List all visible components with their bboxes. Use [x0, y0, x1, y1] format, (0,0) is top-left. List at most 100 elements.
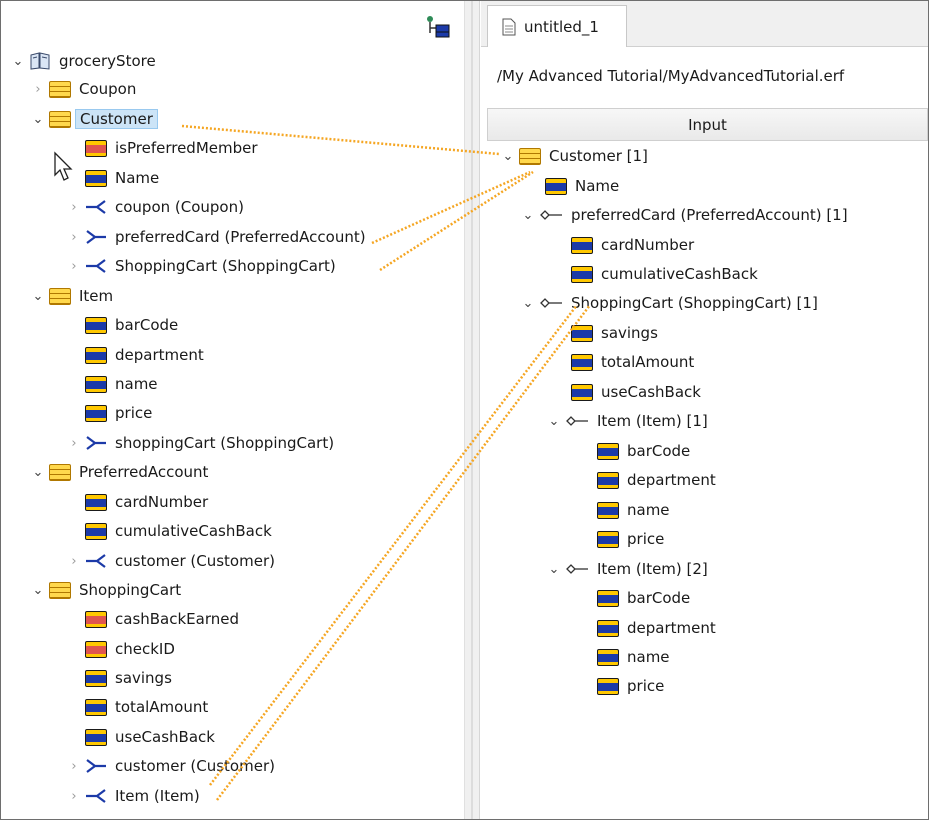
input-tree-item[interactable]: department: [577, 466, 716, 494]
input-tree-item[interactable]: ⌄ preferredCard (PreferredAccount) [1]: [519, 201, 848, 229]
tree-label: useCashBack: [601, 383, 701, 401]
model-tree-item[interactable]: › shoppingCart (ShoppingCart): [65, 429, 334, 457]
document-icon: [502, 18, 516, 35]
model-tree-item[interactable]: › preferredCard (PreferredAccount): [65, 223, 365, 251]
chevron-down-icon[interactable]: ⌄: [545, 562, 563, 577]
chevron-down-icon[interactable]: ⌄: [29, 289, 47, 304]
attribute-icon: [85, 669, 107, 687]
tree-label: price: [627, 530, 665, 548]
model-tree-item[interactable]: department: [65, 341, 204, 369]
link-with-editor-icon[interactable]: [423, 15, 451, 39]
input-tree-item[interactable]: ⌄ Item (Item) [1]: [545, 407, 708, 435]
tree-label: cumulativeCashBack: [601, 265, 758, 283]
tree-label: Name: [575, 177, 620, 195]
model-tree-item[interactable]: name: [65, 370, 158, 398]
role-icon: [540, 298, 562, 308]
chevron-right-icon[interactable]: ›: [65, 759, 83, 774]
model-tree-item[interactable]: useCashBack: [65, 723, 215, 751]
chevron-down-icon[interactable]: ⌄: [519, 296, 537, 311]
role-icon: [566, 416, 588, 426]
model-tree-item[interactable]: › coupon (Coupon): [65, 193, 244, 221]
input-tree-item[interactable]: cumulativeCashBack: [551, 260, 758, 288]
model-tree-item[interactable]: › Coupon: [29, 75, 136, 103]
attribute-icon: [85, 493, 107, 511]
chevron-right-icon[interactable]: ›: [65, 200, 83, 215]
attribute-icon: [85, 728, 107, 746]
model-tree-item[interactable]: checkID: [65, 635, 175, 663]
model-tree-item[interactable]: › customer (Customer): [65, 547, 275, 575]
chevron-right-icon[interactable]: ›: [65, 259, 83, 274]
attribute-icon: [597, 589, 619, 607]
input-tree-item[interactable]: name: [577, 496, 670, 524]
chevron-down-icon[interactable]: ⌄: [9, 54, 27, 69]
tree-label: ShoppingCart (ShoppingCart): [115, 257, 336, 275]
input-tree-item[interactable]: useCashBack: [551, 378, 701, 406]
model-tree-item[interactable]: ⌄ Item: [29, 282, 114, 310]
model-tree-item[interactable]: savings: [65, 664, 172, 692]
model-tree-item[interactable]: cumulativeCashBack: [65, 517, 272, 545]
chevron-down-icon[interactable]: ⌄: [29, 465, 47, 480]
editor-tab[interactable]: untitled_1: [487, 5, 627, 47]
attribute-icon: [597, 648, 619, 666]
chevron-right-icon[interactable]: ›: [65, 554, 83, 569]
input-tree-item[interactable]: price: [577, 525, 664, 553]
attribute-icon: [85, 698, 107, 716]
chevron-down-icon[interactable]: ⌄: [29, 583, 47, 598]
chevron-down-icon[interactable]: ⌄: [499, 149, 517, 164]
attribute-icon: [571, 236, 593, 254]
tree-label: ShoppingCart (ShoppingCart) [1]: [571, 294, 818, 312]
input-tree-item[interactable]: ⌄ Customer [1]: [499, 142, 648, 170]
model-tree-item[interactable]: › Item (Item): [65, 782, 200, 810]
input-tree-item[interactable]: barCode: [577, 584, 690, 612]
relationship-incoming-icon: [86, 200, 106, 214]
key-attribute-icon: [85, 640, 107, 658]
chevron-right-icon[interactable]: ›: [65, 436, 83, 451]
relationship-outgoing-icon: [86, 436, 106, 450]
chevron-down-icon[interactable]: ⌄: [519, 208, 537, 223]
attribute-icon: [571, 324, 593, 342]
model-tree-item[interactable]: isPreferredMember: [65, 134, 258, 162]
chevron-right-icon[interactable]: ›: [65, 230, 83, 245]
input-tree-item[interactable]: department: [577, 614, 716, 642]
chevron-down-icon[interactable]: ⌄: [29, 112, 47, 127]
input-tree-item[interactable]: Name: [525, 172, 619, 200]
model-tree-item[interactable]: › ShoppingCart (ShoppingCart): [65, 252, 336, 280]
chevron-right-icon[interactable]: ›: [65, 789, 83, 804]
input-tree-item[interactable]: cardNumber: [551, 231, 694, 259]
input-tree-item[interactable]: ⌄ ShoppingCart (ShoppingCart) [1]: [519, 289, 818, 317]
model-tree-item[interactable]: cashBackEarned: [65, 605, 239, 633]
role-icon: [540, 210, 562, 220]
input-tree-item[interactable]: savings: [551, 319, 658, 347]
model-tree-item[interactable]: cardNumber: [65, 488, 208, 516]
pane-splitter[interactable]: [464, 1, 480, 819]
model-tree-item[interactable]: ⌄ ShoppingCart: [29, 576, 182, 604]
relationship-incoming-icon: [86, 554, 106, 568]
tree-label: Coupon: [79, 80, 137, 98]
model-tree-item[interactable]: Name: [65, 164, 159, 192]
model-tree-item[interactable]: totalAmount: [65, 693, 208, 721]
tree-label: barCode: [627, 589, 691, 607]
tree-label: shoppingCart (ShoppingCart): [115, 434, 335, 452]
input-tree-item[interactable]: totalAmount: [551, 348, 694, 376]
model-tree-item[interactable]: barCode: [65, 311, 178, 339]
class-icon: [49, 581, 71, 599]
input-tree-item[interactable]: ⌄ Item (Item) [2]: [545, 555, 708, 583]
input-tree-item[interactable]: barCode: [577, 437, 690, 465]
chevron-right-icon[interactable]: ›: [29, 82, 47, 97]
book-icon: [30, 52, 50, 70]
tree-label: groceryStore: [59, 52, 156, 70]
tree-label: savings: [115, 669, 172, 687]
tree-label: Item (Item): [115, 787, 200, 805]
chevron-down-icon[interactable]: ⌄: [545, 414, 563, 429]
attribute-icon: [597, 530, 619, 548]
input-column-header[interactable]: Input: [487, 108, 928, 141]
model-tree-item[interactable]: › customer (Customer): [65, 752, 275, 780]
role-icon: [566, 564, 588, 574]
model-tree-item[interactable]: ⌄ Customer: [29, 105, 158, 133]
class-icon: [49, 463, 71, 481]
tree-root-grocerystore[interactable]: ⌄ groceryStore: [9, 47, 156, 75]
input-tree-item[interactable]: price: [577, 672, 664, 700]
model-tree-item[interactable]: price: [65, 399, 152, 427]
model-tree-item[interactable]: ⌄ PreferredAccount: [29, 458, 209, 486]
input-tree-item[interactable]: name: [577, 643, 670, 671]
